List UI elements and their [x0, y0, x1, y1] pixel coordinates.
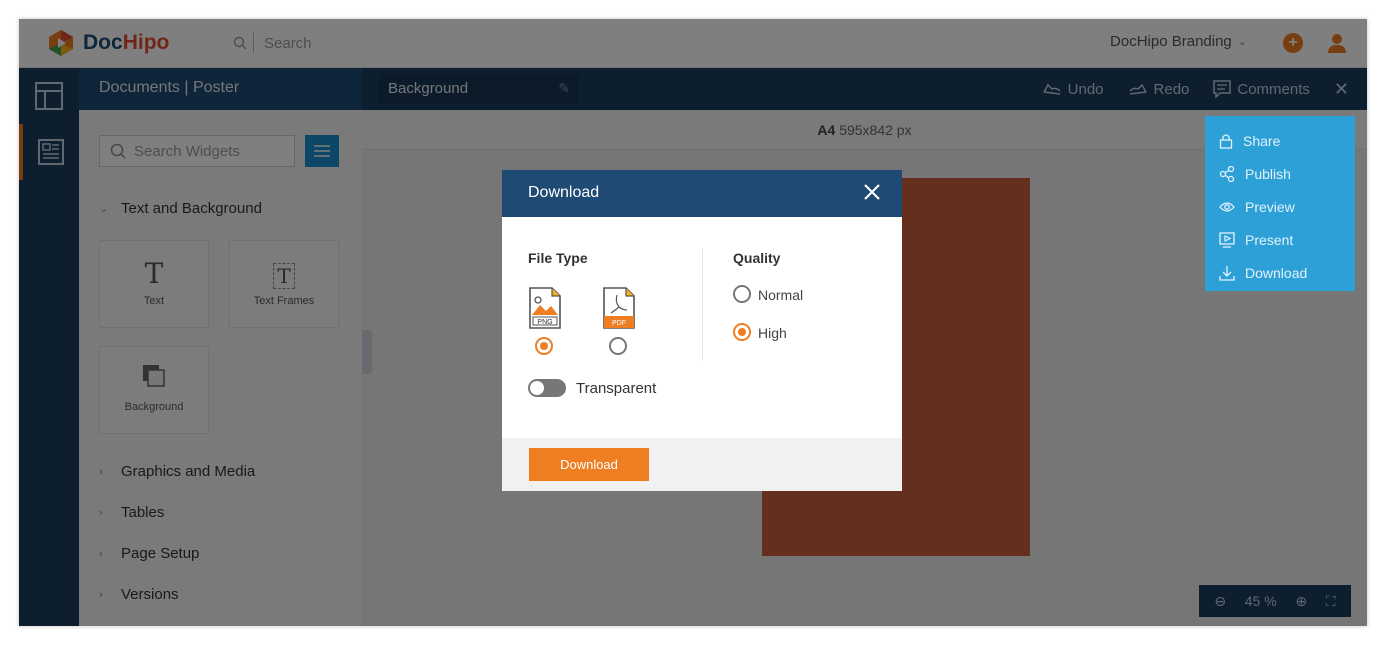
share-menu-label: Publish: [1245, 165, 1291, 182]
download-icon: [1219, 265, 1235, 281]
share-menu-label: Share: [1243, 132, 1281, 149]
lock-icon: [1219, 133, 1233, 149]
png-radio[interactable]: [535, 337, 553, 355]
app-window: DocHipo Search DocHipo Branding ⌄ + Docu…: [19, 19, 1367, 626]
transparent-label: Transparent: [576, 380, 657, 397]
quality-high-label[interactable]: High: [758, 325, 787, 341]
share-menu-label: Download: [1245, 264, 1308, 281]
file-type-label: File Type: [528, 250, 588, 266]
quality-high-radio[interactable]: [733, 323, 751, 341]
share-menu-item-download[interactable]: Download: [1205, 256, 1355, 289]
share-nodes-icon: [1219, 165, 1235, 182]
pdf-file-icon[interactable]: PDF: [602, 287, 636, 329]
share-menu-label: Present: [1245, 231, 1294, 248]
pdf-format-text: PDF: [612, 320, 626, 327]
transparent-toggle[interactable]: [528, 379, 566, 397]
quality-normal-radio[interactable]: [733, 285, 751, 303]
share-menu-item-publish[interactable]: Publish: [1205, 157, 1355, 190]
dialog-header: Download: [502, 170, 902, 217]
quality-label: Quality: [733, 250, 781, 266]
pdf-radio[interactable]: [609, 337, 627, 355]
dialog-body: File Type PNG PDF Quality Normal High Tr…: [502, 217, 902, 438]
quality-normal-label[interactable]: Normal: [758, 287, 803, 303]
png-file-icon[interactable]: PNG: [528, 287, 562, 329]
share-menu-item-share[interactable]: Share: [1205, 124, 1355, 157]
dialog-divider: [702, 248, 703, 361]
presentation-icon: [1219, 231, 1235, 248]
share-menu: Share Publish Preview Present Download: [1205, 116, 1355, 291]
share-menu-label: Preview: [1245, 198, 1295, 215]
download-button[interactable]: Download: [529, 448, 649, 481]
share-menu-item-preview[interactable]: Preview: [1205, 190, 1355, 223]
png-format-text: PNG: [537, 319, 552, 326]
close-icon[interactable]: [862, 182, 882, 202]
share-menu-item-present[interactable]: Present: [1205, 223, 1355, 256]
dialog-footer: Download: [502, 438, 902, 491]
eye-icon: [1219, 201, 1235, 212]
download-dialog: Download File Type PNG PDF Quality Norma…: [502, 170, 902, 491]
dialog-title: Download: [528, 184, 600, 201]
